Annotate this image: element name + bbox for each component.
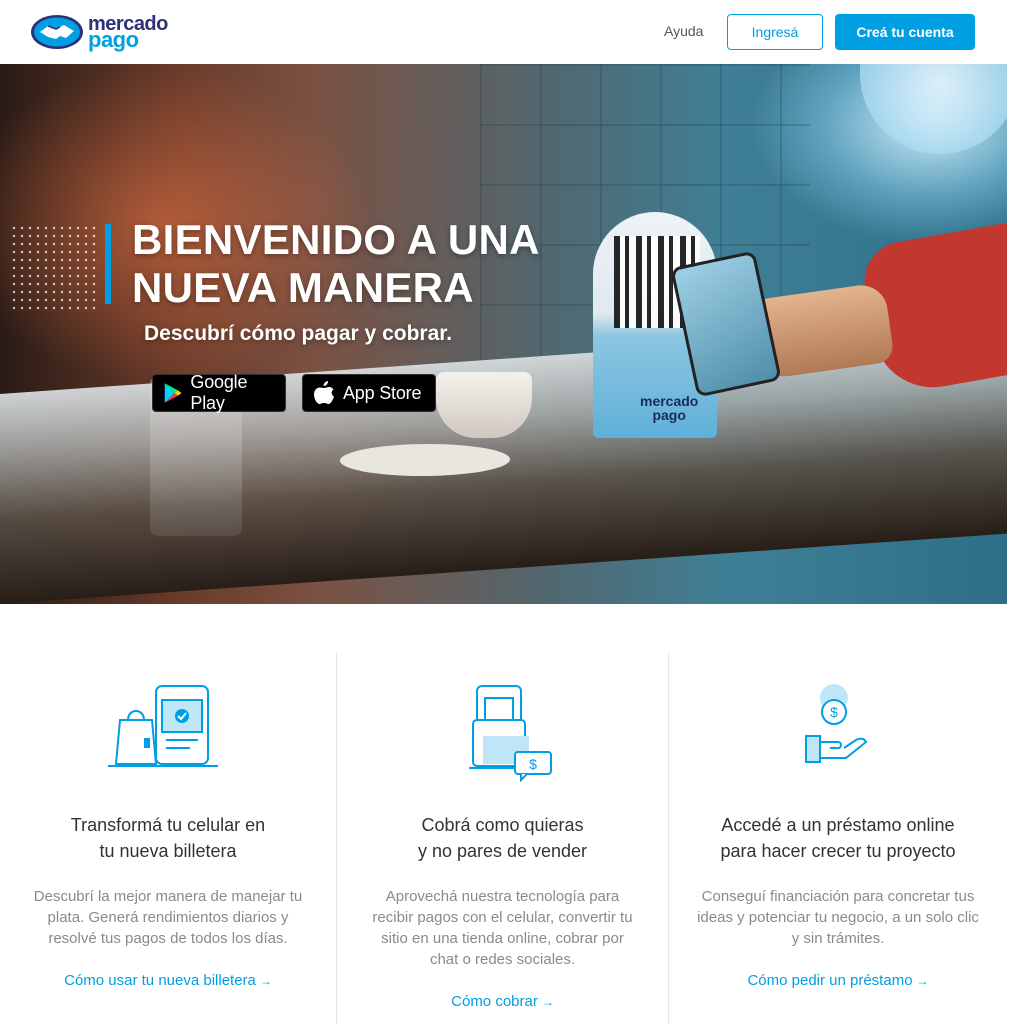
handshake-logo-icon [31,15,83,49]
feature-wallet-description: Descubrí la mejor manera de manejar tu p… [33,888,303,947]
google-play-label: Google Play [190,372,248,413]
qr-stand-logo-line1: mercado [640,393,699,409]
arrow-right-icon: → [259,974,272,988]
feature-wallet: Transformá tu celular en tu nueva billet… [0,652,336,1024]
feature-charge: $ Cobrá como quieras y no pares de vende… [336,652,669,1024]
google-play-button[interactable]: Google Play [152,372,286,413]
svg-text:$: $ [830,704,838,720]
hero-coffee-cup [436,372,532,438]
feature-charge-description: Aprovechá nuestra tecnología para recibi… [372,888,633,968]
feature-wallet-link-label: Cómo usar tu nueva billetera [64,972,256,989]
signup-button[interactable]: Creá tu cuenta [835,14,975,50]
feature-charge-link-label: Cómo cobrar [451,993,538,1010]
logo-wordmark: mercado pago [88,14,168,51]
apple-icon [314,381,334,404]
features-section: Transformá tu celular en tu nueva billet… [0,652,1007,1024]
arrow-right-icon: → [541,995,554,1009]
feature-charge-title-line2: y no pares de vender [417,841,588,861]
mercado-pago-logo[interactable]: mercado pago [30,10,180,54]
feature-charge-title: Cobrá como quieras y no pares de vender [337,812,668,864]
decorative-dots [10,224,100,314]
qr-stand-logo: mercado pago [640,394,698,422]
feature-wallet-title-line2: tu nueva billetera [99,841,237,861]
site-header: mercado pago Ayuda Ingresá Creá tu cuent… [0,0,1024,64]
qr-stand-logo-line2: pago [652,407,686,423]
app-store-button[interactable]: App Store [302,374,436,412]
arrow-right-icon: → [916,974,929,988]
hero-banner: mercado pago BIENVENIDO A UNA NUEVA MANE… [0,64,1007,604]
hero-background-window [860,64,1007,154]
hero-title-line2: NUEVA MANERA [132,264,474,311]
feature-loan: $ Accedé a un préstamo online para hacer… [669,652,1007,1024]
feature-loan-link-label: Cómo pedir un préstamo [747,972,913,989]
feature-loan-description: Conseguí financiación para concretar tus… [697,888,979,947]
feature-wallet-title-line1: Transformá tu celular en [70,815,266,835]
app-store-label: App Store [343,382,422,403]
hero-title-line1: BIENVENIDO A UNA [132,216,540,263]
login-button[interactable]: Ingresá [727,14,823,50]
feature-wallet-link[interactable]: Cómo usar tu nueva billetera → [0,972,336,989]
hero-subtitle: Descubrí cómo pagar y cobrar. [144,322,453,345]
hero-title: BIENVENIDO A UNA NUEVA MANERA [132,216,632,312]
feature-loan-title-line2: para hacer crecer tu proyecto [720,841,956,861]
feature-loan-title-line1: Accedé a un préstamo online [721,815,955,835]
wallet-phone-icon [108,685,218,767]
feature-loan-link[interactable]: Cómo pedir un préstamo → [669,972,1007,989]
svg-text:$: $ [529,756,537,772]
feature-charge-link[interactable]: Cómo cobrar → [337,993,668,1010]
feature-wallet-title: Transformá tu celular en tu nueva billet… [0,812,336,864]
feature-charge-title-line1: Cobrá como quieras [421,815,584,835]
hero-accent-bar [105,224,111,304]
loan-coin-hand-icon: $ [805,684,868,763]
point-of-sale-icon: $ [468,685,552,782]
google-play-icon [164,383,182,403]
help-link[interactable]: Ayuda [664,23,703,39]
feature-loan-title: Accedé a un préstamo online para hacer c… [669,812,1007,864]
